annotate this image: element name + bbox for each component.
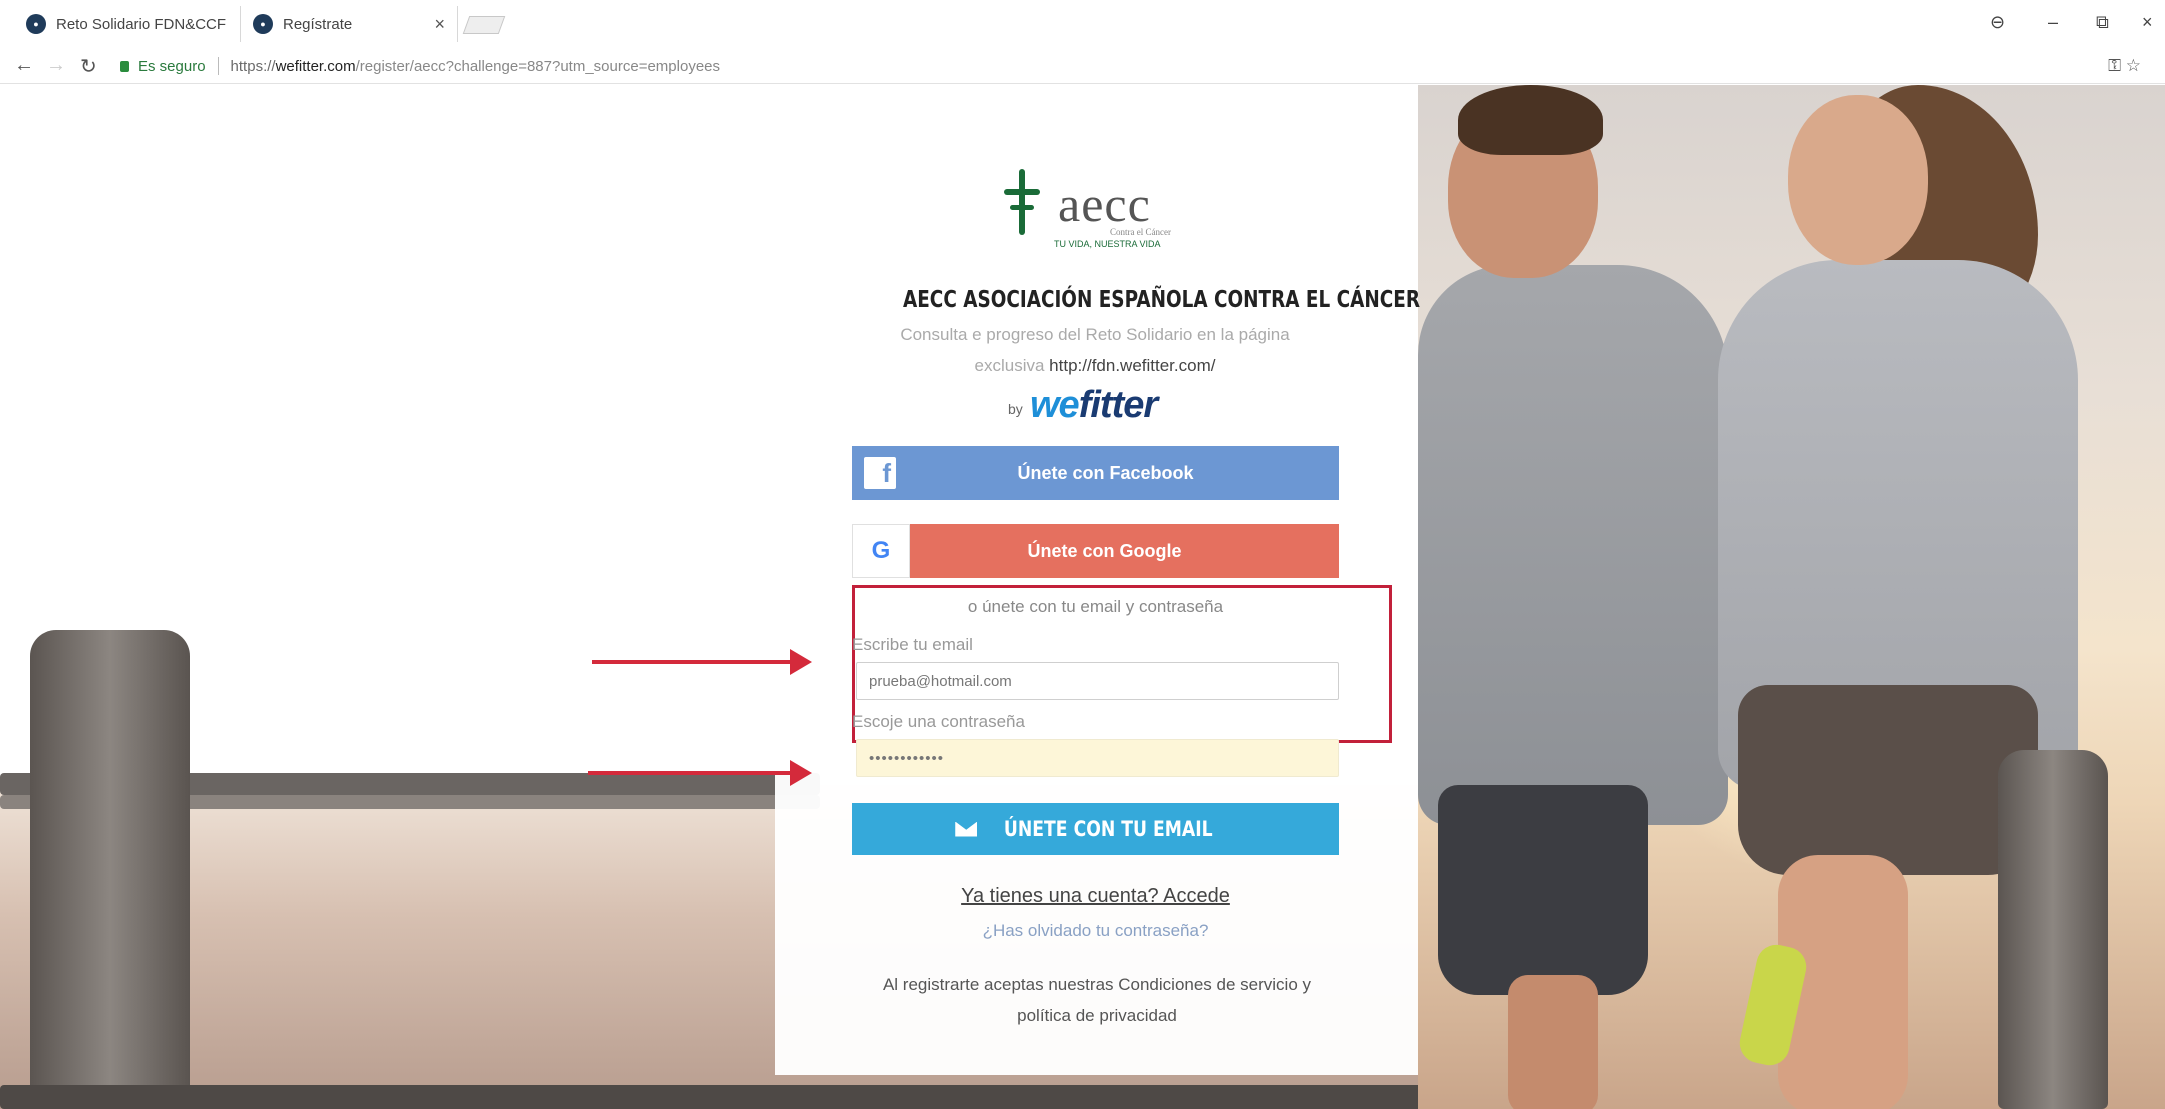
wefitter-favicon-icon: ● (26, 14, 46, 34)
restore-button[interactable]: ⧉ (2096, 12, 2109, 33)
forward-arrow-icon[interactable]: → (46, 54, 66, 77)
google-signup-button[interactable]: G Únete con Google (852, 524, 1339, 578)
runner-woman-shorts (1738, 685, 2038, 875)
security-label: Es seguro (138, 57, 206, 75)
tab-registrate[interactable]: ● Regístrate × (240, 6, 458, 42)
terms-line-2[interactable]: política de privacidad (862, 1006, 1332, 1026)
forgot-password-link[interactable]: ¿Has olvidado tu contraseña? (852, 921, 1339, 941)
aecc-logo-small-tagline: Contra el Cáncer (1110, 227, 1171, 237)
tab-close-icon[interactable]: × (226, 14, 236, 35)
wefitter-logo-we: we (1030, 384, 1080, 426)
lock-icon (120, 60, 129, 72)
runner-man-body (1418, 265, 1728, 825)
url-host: wefitter.com (275, 57, 356, 75)
runner-man-hair (1458, 85, 1603, 155)
hero-photo-runners (1418, 85, 2165, 1109)
email-signup-label: ÚNETE CON TU EMAIL (1004, 817, 1213, 841)
reload-icon[interactable]: ↻ (80, 54, 97, 79)
url-path: /register/aecc?challenge=887?utm_source=… (355, 57, 721, 75)
login-link[interactable]: Ya tienes una cuenta? Accede (852, 885, 1339, 908)
annotation-arrow-password (588, 760, 812, 786)
aecc-logo-word: aecc (1058, 176, 1151, 232)
minimize-button[interactable]: – (2048, 12, 2058, 33)
email-signup-button[interactable]: ÚNETE CON TU EMAIL (852, 803, 1339, 855)
tab-title: Regístrate (283, 15, 353, 33)
exclusive-site-link[interactable]: http://fdn.wefitter.com/ (1049, 356, 1215, 375)
omnibox-separator (217, 57, 219, 75)
url-prefix: https:// (230, 57, 276, 75)
browser-tab-bar: ● Reto Solidario FDN&CCF × ● Regístrate … (0, 0, 2165, 48)
annotation-arrow-email (592, 649, 812, 675)
new-tab-button[interactable] (462, 16, 506, 34)
subtitle-line-2: exclusiva http://fdn.wefitter.com/ (850, 356, 1340, 376)
email-divider-text: o únete con tu email y contraseña (967, 597, 1224, 616)
page-title: AECC ASOCIACIÓN ESPAÑOLA CONTRA EL CÁNCE… (903, 287, 1421, 313)
email-label: Escribe tu email (852, 635, 973, 654)
facebook-signup-label: Únete con Facebook (1017, 462, 1194, 483)
profile-icon[interactable]: ⊖ (1990, 12, 2005, 33)
facebook-icon: f (864, 457, 896, 489)
wefitter-favicon-icon: ● (253, 14, 273, 34)
tab-reto-solidario[interactable]: ● Reto Solidario FDN&CCF × (14, 6, 236, 42)
address-bar: ← → ↻ Es seguro https:// wefitter.com /r… (0, 48, 2165, 84)
password-field[interactable] (856, 739, 1339, 777)
wefitter-logo: wefitter (1030, 384, 1158, 427)
tab-close-icon[interactable]: × (424, 14, 445, 35)
url-omnibox[interactable]: Es seguro https:// wefitter.com /registe… (112, 52, 2147, 80)
subtitle-prefix: exclusiva (974, 356, 1045, 375)
google-signup-label: Únete con Google (1027, 540, 1182, 561)
key-and-star-icons[interactable]: ⚿ ☆ (2108, 56, 2141, 76)
terms-line-1: Al registrarte aceptas nuestras Condicio… (882, 975, 1312, 994)
facebook-signup-button[interactable]: f Únete con Facebook (852, 446, 1339, 500)
aecc-logo-tagline: TU VIDA, NUESTRA VIDA (1054, 239, 1161, 249)
aecc-cross-icon (1000, 169, 1044, 239)
background-post-left (30, 630, 190, 1109)
email-field[interactable] (856, 662, 1339, 700)
subtitle-line-1: Consulta e progreso del Reto Solidario e… (900, 325, 1290, 344)
back-arrow-icon[interactable]: ← (14, 54, 34, 77)
runner-woman-head (1788, 95, 1928, 265)
by-label: by (1008, 401, 1023, 417)
runner-man-leg (1508, 975, 1598, 1109)
wefitter-logo-fitter: fitter (1078, 384, 1158, 426)
close-window-button[interactable]: × (2142, 12, 2153, 33)
aecc-logo: aecc Contra el Cáncer TU VIDA, NUESTRA V… (1000, 167, 1190, 249)
background-post-right (1998, 750, 2108, 1109)
google-icon: G (852, 524, 910, 578)
runner-man-shorts (1438, 785, 1648, 995)
envelope-icon (955, 821, 978, 837)
password-label: Escoje una contraseña (852, 712, 1025, 731)
tab-title: Reto Solidario FDN&CCF (56, 15, 227, 33)
